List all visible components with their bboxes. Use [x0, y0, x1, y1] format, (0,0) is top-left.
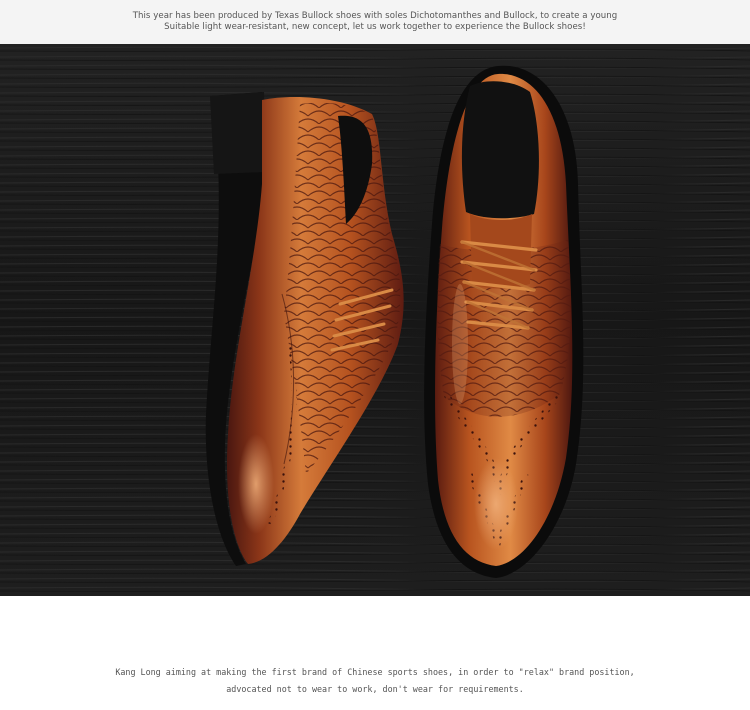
caption-line-1: Kang Long aiming at making the first bra…: [115, 667, 635, 677]
shoes-illustration: [0, 44, 750, 596]
banner-line-1: This year has been produced by Texas Bul…: [132, 10, 618, 21]
product-photo: [0, 44, 750, 596]
top-banner: This year has been produced by Texas Bul…: [0, 0, 750, 44]
bottom-caption: Kang Long aiming at making the first bra…: [0, 664, 750, 698]
caption-line-2: advocated not to wear to work, don't wea…: [226, 684, 524, 694]
product-detail-page: This year has been produced by Texas Bul…: [0, 0, 750, 710]
right-shoe: [424, 65, 584, 579]
banner-line-2: Suitable light wear-resistant, new conce…: [164, 22, 586, 32]
